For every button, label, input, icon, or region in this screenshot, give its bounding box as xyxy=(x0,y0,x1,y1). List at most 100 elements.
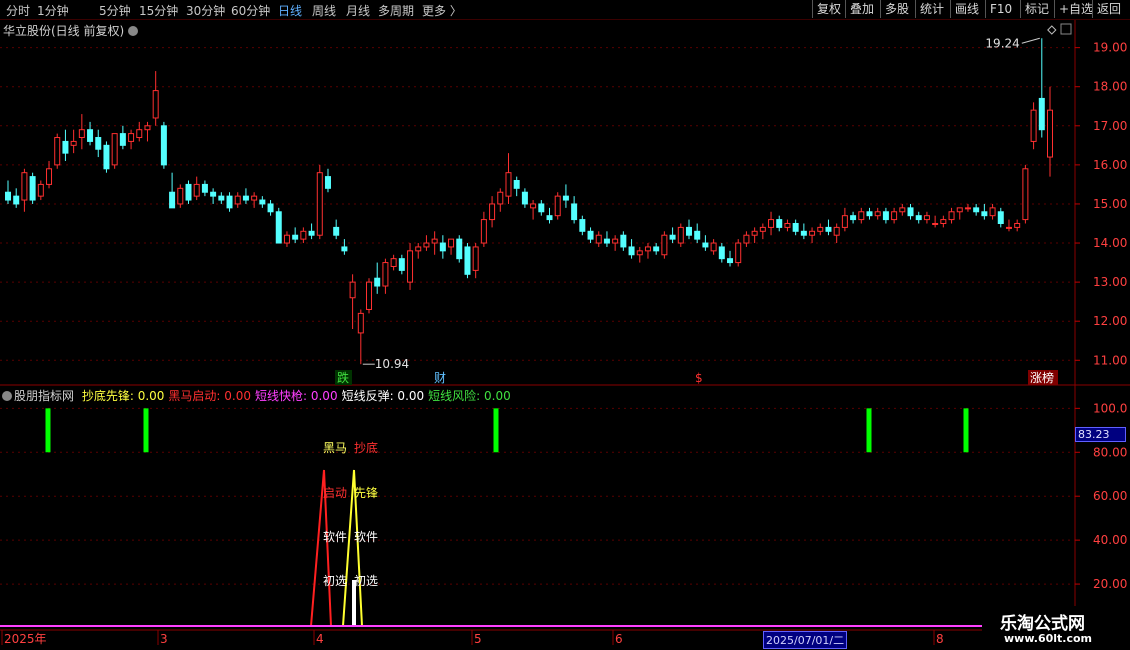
price-tick-label: 16.00 xyxy=(1093,158,1127,172)
candle-body xyxy=(5,191,11,201)
high-price-label: 19.24 xyxy=(985,36,1019,50)
ind-tick-label: 20.00 xyxy=(1093,577,1127,591)
candle-body xyxy=(431,238,438,244)
signal-label-5: 软件 xyxy=(354,530,378,544)
candle-body xyxy=(694,230,701,240)
candle-body xyxy=(612,238,619,244)
candle-body xyxy=(825,226,832,232)
candle-body xyxy=(997,211,1004,224)
candle-body xyxy=(833,226,840,236)
candle-body xyxy=(981,211,988,217)
candle-body xyxy=(800,230,807,236)
candle-body xyxy=(932,222,939,225)
candle-body xyxy=(907,207,914,217)
date-label-4: 6 xyxy=(615,632,623,646)
indicator-header: 股朋指标网 抄底先锋: 0.00 黑马启动: 0.00 短线快枪: 0.00 短线反弹… xyxy=(2,387,515,404)
signal-label-4: 软件 xyxy=(323,530,347,544)
candle-body xyxy=(275,211,282,244)
candle-body xyxy=(603,238,610,244)
candle-body xyxy=(382,262,389,287)
candle-body xyxy=(1005,226,1012,229)
ind-tick-label: 40.00 xyxy=(1093,533,1127,547)
kline-chart[interactable]: 19.00 18.00 17.00 16.00 15.00 14.00 13.00 12.00… xyxy=(0,0,1130,650)
candle-body xyxy=(653,246,660,252)
candle-body xyxy=(70,140,77,146)
candle-body xyxy=(751,230,758,236)
indicator-field-1: 黑马启动: 0.00 xyxy=(168,389,251,403)
candle-body xyxy=(554,195,561,217)
candle-body xyxy=(891,211,898,221)
candle-body xyxy=(87,129,94,142)
candle-body xyxy=(448,238,455,248)
candle-body xyxy=(259,199,266,205)
candle-body xyxy=(407,250,414,283)
candle-body xyxy=(283,234,290,244)
candle-body xyxy=(882,211,889,221)
candle-body xyxy=(349,281,356,299)
candle-body xyxy=(308,230,315,236)
candle-body xyxy=(587,230,594,240)
ind-tick-label: 80.00 xyxy=(1093,445,1127,459)
candle-body xyxy=(546,215,553,221)
candle-body xyxy=(841,215,848,228)
candle-body xyxy=(472,246,479,271)
candle-body xyxy=(300,230,307,240)
indicator-name[interactable]: 股朋指标网 xyxy=(14,389,74,403)
date-label-2: 4 xyxy=(316,632,324,646)
ind-tick-label: 100.0 xyxy=(1093,401,1127,415)
candle-body xyxy=(1022,168,1029,221)
candle-body xyxy=(1047,109,1053,158)
candle-body xyxy=(234,195,241,205)
indicator-signal-bar xyxy=(493,408,499,453)
ind-tick-label: 60.00 xyxy=(1093,489,1127,503)
indicator-menu-icon[interactable] xyxy=(2,391,12,401)
candle-body xyxy=(185,183,192,201)
candle-body xyxy=(735,242,742,264)
candle-body xyxy=(743,234,750,244)
candle-body xyxy=(784,222,791,228)
date-label-0: 2025年 xyxy=(4,632,47,646)
candle-body xyxy=(78,129,85,139)
price-tick-label: 14.00 xyxy=(1093,236,1127,250)
signal-label-1: 抄底 xyxy=(354,440,378,455)
signal-label-6: 初选 xyxy=(323,574,347,588)
candle-body xyxy=(710,242,717,252)
candle-body xyxy=(866,211,873,217)
candle-body xyxy=(456,238,463,260)
watermark-logo: 乐淘公式网 www.60lt.com xyxy=(982,606,1130,650)
candle-body xyxy=(595,234,602,244)
candle-body xyxy=(46,168,53,185)
indicator-signal-bar xyxy=(963,408,969,453)
candle-body xyxy=(718,246,725,260)
indicator-signal-bar xyxy=(866,408,872,453)
price-tick-label: 13.00 xyxy=(1093,275,1127,289)
candle-body xyxy=(119,133,126,146)
indicator-signal-bar xyxy=(45,408,51,453)
candle-body xyxy=(530,203,537,209)
candle-body xyxy=(251,195,258,201)
candle-body xyxy=(169,191,176,209)
candle-body xyxy=(333,226,340,236)
candle-body xyxy=(579,219,586,232)
candle-body xyxy=(111,133,118,166)
price-tick-label: 15.00 xyxy=(1093,197,1127,211)
candle-body xyxy=(792,222,799,232)
candle-body xyxy=(341,246,348,252)
candle-body xyxy=(776,219,783,228)
signal-label-3: 先锋 xyxy=(354,486,378,500)
candle-body xyxy=(768,219,775,228)
candle-body xyxy=(858,211,865,221)
candle-body xyxy=(193,183,200,197)
candle-body xyxy=(661,234,668,256)
candle-body xyxy=(316,172,323,236)
candle-body xyxy=(850,215,857,221)
signal-label-0: 黑马 xyxy=(323,441,347,455)
candle-body xyxy=(759,226,766,232)
watermark-title: 乐淘公式网 xyxy=(1000,614,1085,634)
candle-body xyxy=(964,207,971,210)
signal-label-7: 初选 xyxy=(354,574,378,588)
price-tick-label: 12.00 xyxy=(1093,314,1127,328)
signal-label-2: 启动 xyxy=(323,486,347,500)
candle-body xyxy=(644,246,651,252)
candle-body xyxy=(13,195,20,205)
